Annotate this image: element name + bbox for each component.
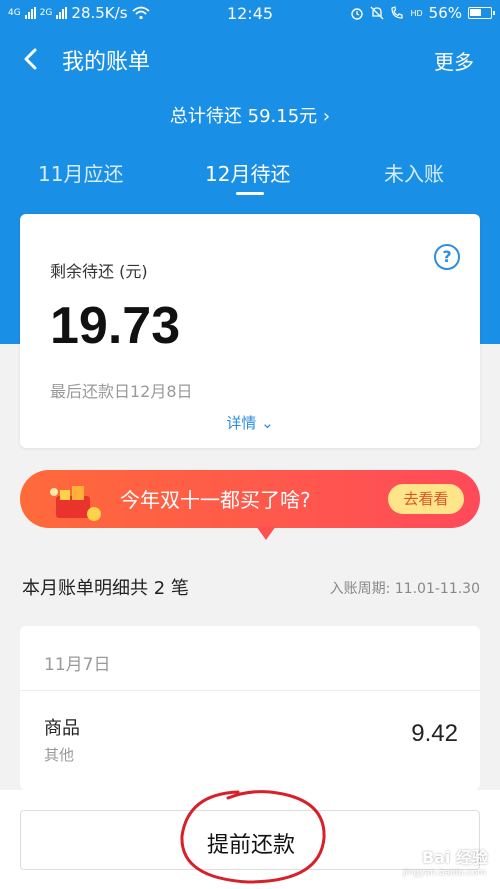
watermark-logo: Bai 经验 — [421, 848, 488, 867]
help-icon[interactable]: ? — [434, 244, 460, 270]
details-link[interactable]: 详情 ⌄ — [20, 412, 480, 433]
mute-icon — [371, 6, 384, 20]
tab-unposted[interactable]: 未入账 — [384, 158, 444, 187]
tab-december-pending[interactable]: 12月待还 — [205, 158, 290, 187]
more-button[interactable]: 更多 — [434, 46, 474, 75]
month-tabs: 11月应还 12月待还 未入账 — [0, 158, 500, 198]
promo-banner[interactable]: 今年双十一都买了啥? 去看看 — [20, 470, 480, 528]
promo-text: 今年双十一都买了啥? — [120, 488, 311, 512]
transaction-amount: 9.42 — [411, 720, 458, 747]
banner-tail-decoration — [256, 526, 276, 540]
transaction-name: 商品 — [44, 718, 80, 739]
total-due-link[interactable]: 总计待还 59.15元 › — [0, 102, 500, 128]
remaining-amount: 19.73 — [50, 297, 181, 355]
balance-card: 剩余待还 (元) ? 19.73 最后还款日12月8日 详情 ⌄ — [20, 214, 480, 448]
battery-icon — [468, 7, 495, 19]
status-bar: 4G 2G 28.5K/s 12:45 HD 56% — [0, 0, 500, 26]
due-date: 最后还款日12月8日 — [50, 382, 193, 401]
gift-basket-icon — [50, 486, 101, 521]
tab-active-indicator — [236, 192, 264, 195]
remaining-label: 剩余待还 (元) — [50, 262, 148, 281]
page-title: 我的账单 — [62, 50, 151, 75]
transaction-date: 11月7日 — [44, 655, 111, 675]
tab-november-due[interactable]: 11月应还 — [38, 158, 123, 187]
billing-period: 入账周期: 11.01-11.30 — [329, 581, 480, 597]
transaction-list: 11月7日 商品 其他 9.42 — [20, 626, 480, 790]
back-icon[interactable] — [16, 44, 46, 74]
early-repayment-button[interactable]: 提前还款 — [20, 810, 480, 870]
watermark-url: jingyan.baidu.com — [402, 868, 486, 878]
early-repayment-label: 提前还款 — [206, 833, 295, 858]
divider — [20, 690, 480, 691]
battery-percent: 56% — [428, 4, 462, 22]
call-icon — [391, 6, 404, 19]
bill-summary-title: 本月账单明细共 2 笔 — [22, 578, 189, 599]
status-right: HD 56% — [350, 4, 495, 22]
transaction-category: 其他 — [44, 746, 75, 764]
alarm-icon — [351, 8, 364, 20]
promo-go-button[interactable]: 去看看 — [388, 484, 464, 514]
hd-label: HD — [410, 8, 423, 18]
